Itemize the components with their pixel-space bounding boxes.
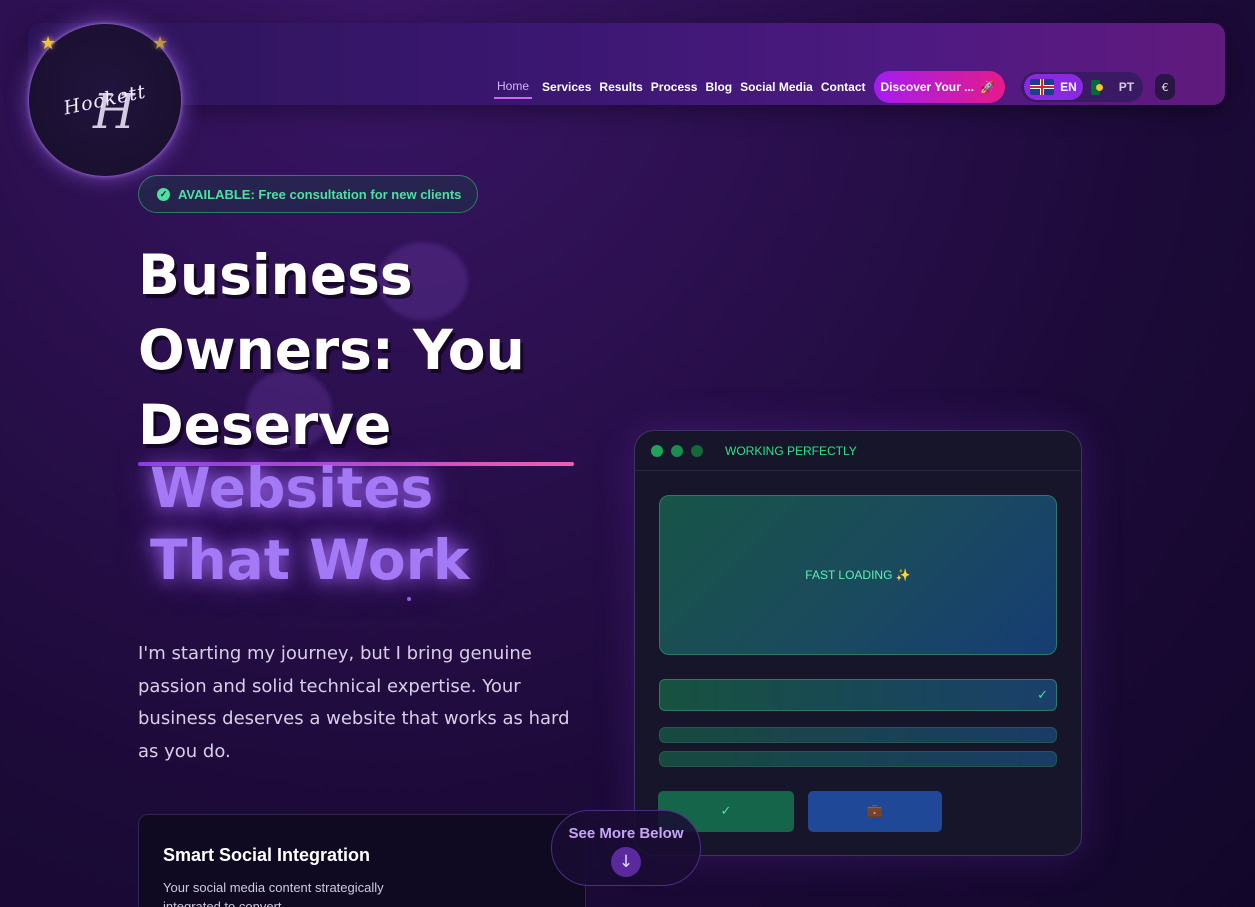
nav-link-home[interactable]: Home — [494, 75, 533, 99]
headline-line-3: Deserve — [138, 393, 392, 457]
check-circle-icon: ✓ — [157, 187, 170, 201]
mockup-line — [659, 727, 1057, 743]
mockup-status-text: WORKING PERFECTLY — [725, 443, 857, 458]
pt-flag-icon — [1090, 79, 1113, 95]
arrow-down-icon: ↓ — [611, 847, 641, 877]
mockup-briefcase-button: 💼 — [808, 791, 942, 832]
website-mockup-window: WORKING PERFECTLY FAST LOADING ✨ ✓ ✓ 💼 — [634, 430, 1082, 856]
lang-option-en[interactable]: EN — [1024, 74, 1083, 100]
nav-link-process[interactable]: Process — [651, 76, 698, 98]
main-navbar: Home Services Results Process Blog Socia… — [28, 23, 1225, 105]
discover-cta-button[interactable]: Discover Your ... 🚀 — [873, 71, 1006, 103]
headline-highlight: Websites That Work — [150, 452, 590, 596]
lang-code-en: EN — [1060, 80, 1077, 94]
nav-link-results[interactable]: Results — [599, 76, 642, 98]
feature-card-text: Your social media content strategically … — [163, 880, 384, 907]
hero-lead-paragraph: I'm starting my journey, but I bring gen… — [138, 643, 570, 762]
rocket-icon: 🚀 — [980, 80, 996, 94]
mockup-titlebar: WORKING PERFECTLY — [635, 431, 1081, 471]
feature-card: Smart Social Integration Your social med… — [138, 814, 586, 907]
window-dot — [691, 444, 703, 457]
see-more-button[interactable]: See More Below ↓ — [551, 810, 701, 886]
nav-link-contact[interactable]: Contact — [821, 76, 866, 98]
highlight-line-1: Websites — [150, 456, 434, 520]
star-icon: ★ — [40, 33, 57, 54]
mockup-line — [659, 751, 1057, 767]
highlight-line-2: That Work — [150, 528, 470, 592]
star-icon: ★ — [152, 33, 169, 54]
badge-text: AVAILABLE: Free consultation for new cli… — [178, 186, 462, 202]
currency-button[interactable]: € — [1155, 74, 1176, 100]
feature-card-title: Smart Social Integration — [163, 845, 371, 865]
hero-headline: Business Owners: You Deserve — [138, 238, 578, 463]
nav-link-services[interactable]: Services — [542, 76, 591, 98]
mockup-hero-block: FAST LOADING ✨ — [659, 495, 1057, 655]
uk-flag-icon — [1030, 79, 1055, 95]
see-more-label: See More Below — [568, 825, 684, 842]
nav-links: Home Services Results Process Blog Socia… — [494, 71, 1176, 103]
nav-link-social-media[interactable]: Social Media — [740, 76, 813, 98]
sparkle-dot — [407, 597, 411, 601]
check-icon: ✓ — [1037, 687, 1048, 703]
lang-code-pt: PT — [1118, 80, 1135, 94]
headline-line-1: Business — [138, 243, 413, 307]
cta-label: Discover Your ... — [880, 80, 975, 94]
nav-link-blog[interactable]: Blog — [705, 76, 732, 98]
window-dot — [671, 444, 683, 457]
lang-option-pt[interactable]: PT — [1085, 74, 1140, 100]
availability-badge: ✓ AVAILABLE: Free consultation for new c… — [138, 175, 479, 213]
window-dot — [651, 444, 663, 457]
language-switcher: EN PT — [1021, 72, 1144, 102]
mockup-input-field: ✓ — [659, 679, 1057, 711]
headline-line-2: Owners: You — [138, 318, 525, 382]
